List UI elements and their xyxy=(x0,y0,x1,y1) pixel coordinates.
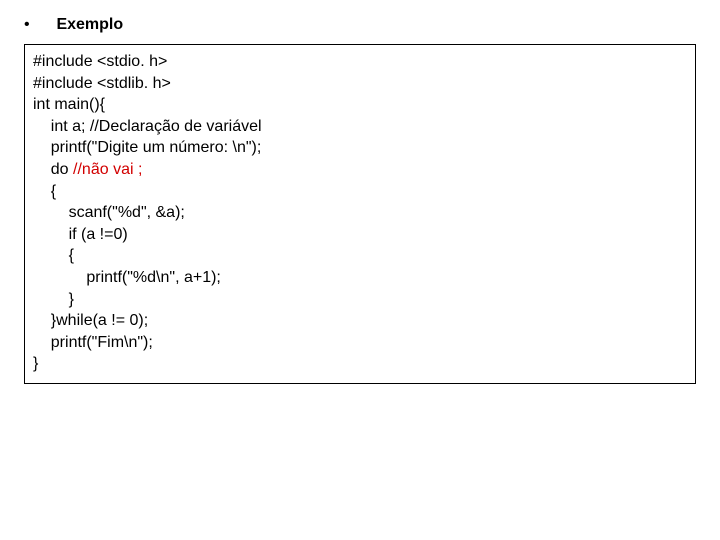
code-line: printf("%d\n", a+1); xyxy=(33,267,687,289)
heading: • Exemplo xyxy=(24,16,696,34)
code-line: if (a !=0) xyxy=(33,224,687,246)
code-line: printf("Digite um número: \n"); xyxy=(33,137,687,159)
code-line: { xyxy=(33,245,687,267)
code-line: scanf("%d", &a); xyxy=(33,202,687,224)
code-line: } xyxy=(33,289,687,311)
code-text: do xyxy=(33,161,73,178)
code-line: printf("Fim\n"); xyxy=(33,332,687,354)
code-line: do //não vai ; xyxy=(33,159,687,181)
bullet-icon: • xyxy=(24,16,52,34)
code-box: #include <stdio. h> #include <stdlib. h>… xyxy=(24,44,696,384)
code-line: }while(a != 0); xyxy=(33,310,687,332)
code-line: int a; //Declaração de variável xyxy=(33,116,687,138)
code-comment-highlight: //não vai ; xyxy=(73,161,142,178)
code-line: #include <stdlib. h> xyxy=(33,73,687,95)
code-line: #include <stdio. h> xyxy=(33,51,687,73)
code-line: int main(){ xyxy=(33,94,687,116)
code-line: } xyxy=(33,353,687,375)
code-line: { xyxy=(33,181,687,203)
heading-text: Exemplo xyxy=(56,16,123,33)
